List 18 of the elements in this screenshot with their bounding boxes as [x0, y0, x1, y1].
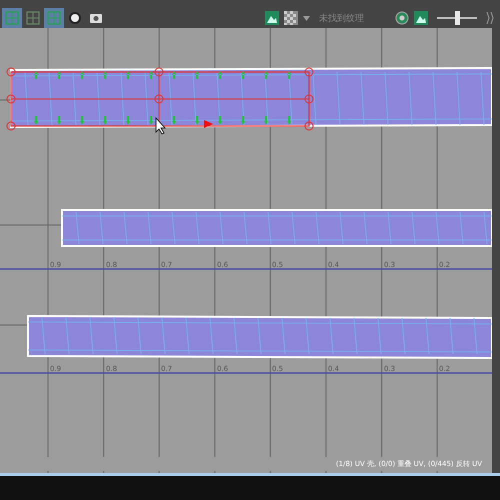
checker-icon[interactable]	[284, 11, 298, 25]
uv-shell[interactable]	[10, 67, 492, 128]
image-icon[interactable]	[265, 11, 279, 25]
uv-shell[interactable]	[27, 315, 492, 359]
chevron-icon[interactable]	[486, 11, 494, 25]
caret-icon[interactable]	[303, 16, 310, 20]
grid-icon	[3, 9, 21, 27]
ring-icon	[66, 9, 84, 27]
sphere-icon[interactable]	[395, 11, 409, 25]
texture-status: 未找到纹理	[319, 12, 364, 24]
arrow-handle-icon[interactable]	[204, 120, 213, 128]
grid-icon	[24, 9, 42, 27]
image-icon[interactable]	[414, 11, 428, 25]
manipulator-box[interactable]	[6, 68, 314, 130]
grid-icon	[45, 9, 63, 27]
uv-shell[interactable]	[61, 209, 492, 247]
slider-thumb[interactable]	[455, 11, 460, 25]
cursor-icon	[156, 116, 166, 135]
